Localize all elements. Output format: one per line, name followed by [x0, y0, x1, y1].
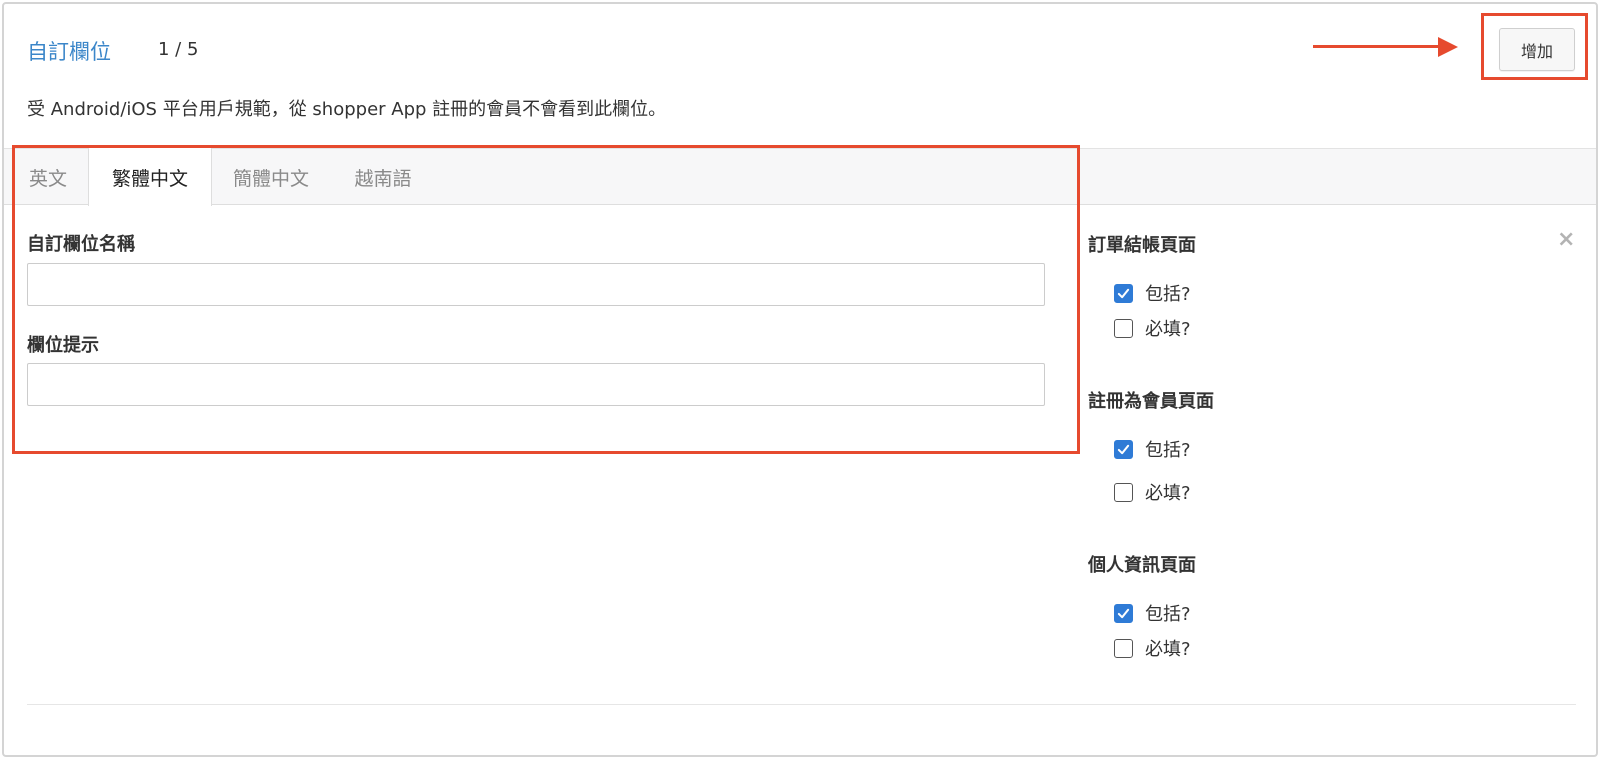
profile-include-option[interactable]: 包括? — [1114, 602, 1191, 625]
required-label: 必填? — [1145, 639, 1191, 660]
bottom-divider — [27, 704, 1576, 705]
required-label: 必填? — [1145, 319, 1191, 340]
annotation-arrow-head-icon — [1438, 37, 1458, 57]
checkbox-checked-icon[interactable] — [1114, 603, 1133, 623]
panel-title: 自訂欄位 — [27, 40, 111, 64]
checkout-include-option[interactable]: 包括? — [1114, 282, 1191, 305]
checkbox-unchecked-icon[interactable] — [1114, 638, 1133, 658]
platform-notice: 受 Android/iOS 平台用戶規範，從 shopper App 註冊的會員… — [27, 99, 667, 120]
add-field-button[interactable]: 增加 — [1499, 28, 1575, 71]
checkbox-unchecked-icon[interactable] — [1114, 318, 1133, 338]
checkout-required-option[interactable]: 必填? — [1114, 317, 1191, 340]
close-icon[interactable]: × — [1557, 229, 1575, 251]
include-label: 包括? — [1145, 440, 1191, 461]
checkbox-unchecked-icon[interactable] — [1114, 482, 1133, 502]
section-title-register: 註冊為會員頁面 — [1088, 391, 1214, 412]
section-title-checkout: 訂單結帳頁面 — [1088, 235, 1196, 256]
field-counter: 1 / 5 — [158, 39, 199, 60]
section-title-profile: 個人資訊頁面 — [1088, 555, 1196, 576]
checkbox-checked-icon[interactable] — [1114, 283, 1133, 303]
register-include-option[interactable]: 包括? — [1114, 438, 1191, 461]
checkbox-checked-icon[interactable] — [1114, 439, 1133, 459]
profile-required-option[interactable]: 必填? — [1114, 637, 1191, 660]
required-label: 必填? — [1145, 483, 1191, 504]
register-required-option[interactable]: 必填? — [1114, 481, 1191, 504]
include-label: 包括? — [1145, 284, 1191, 305]
include-label: 包括? — [1145, 604, 1191, 625]
annotation-arrow-line — [1313, 45, 1446, 48]
form-highlight — [12, 145, 1080, 454]
